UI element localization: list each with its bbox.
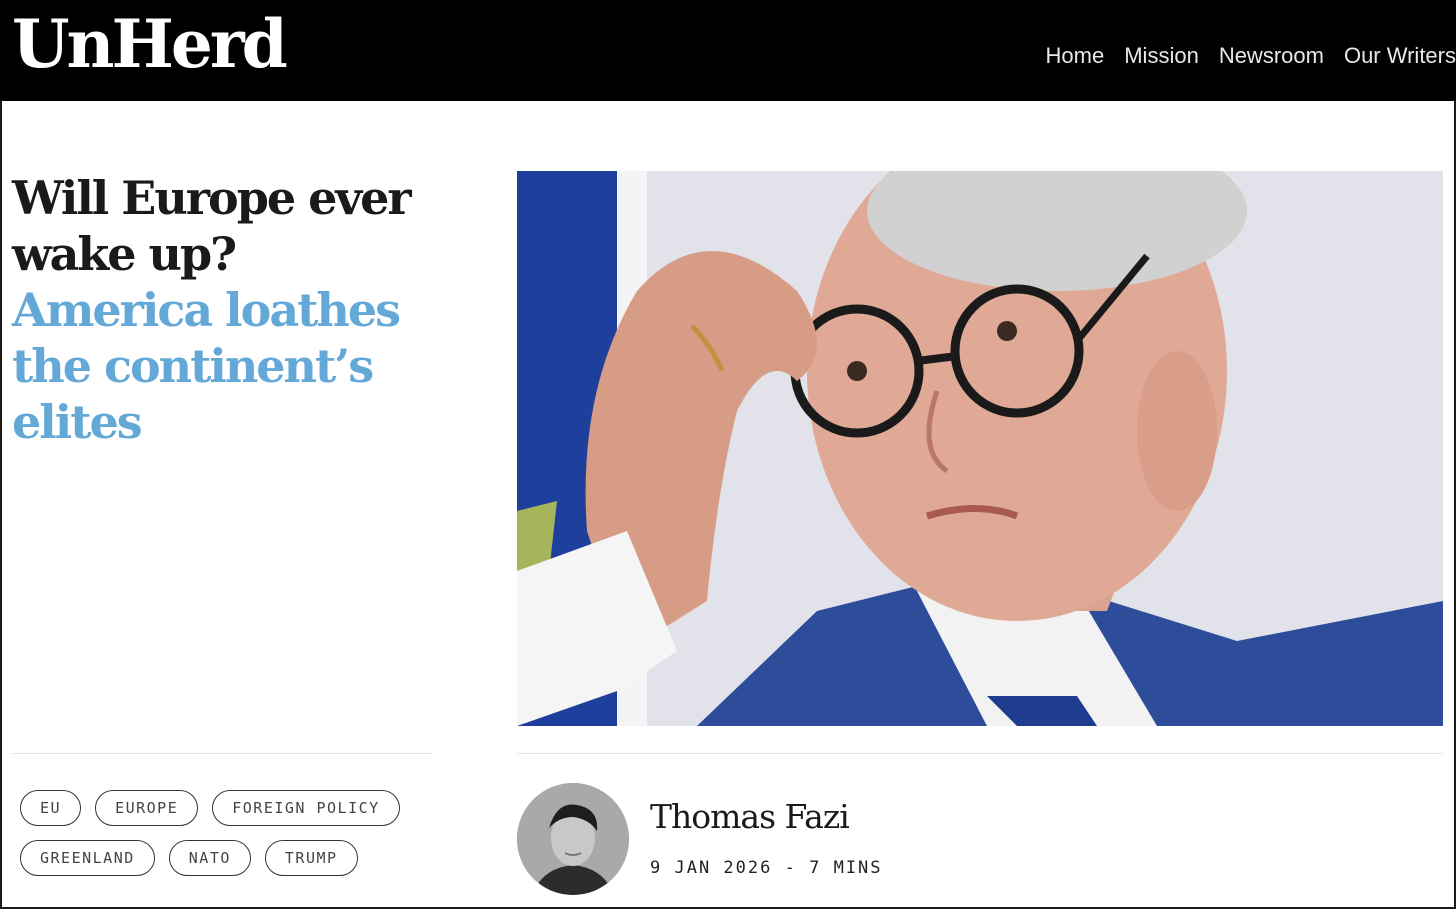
meta-separator: - [784, 858, 797, 878]
divider-right [517, 753, 1443, 754]
site-header: UnHerd Home Mission Newsroom Our Writers [0, 0, 1456, 101]
nav-item-our-writers[interactable]: Our Writers [1344, 40, 1456, 72]
tag-europe[interactable]: EUROPE [95, 790, 199, 826]
main-nav: Home Mission Newsroom Our Writers [1046, 40, 1456, 72]
nav-item-mission[interactable]: Mission [1124, 40, 1199, 72]
tag-nato[interactable]: NATO [168, 840, 251, 876]
hero-image [517, 171, 1443, 726]
tag-trump[interactable]: TRUMP [264, 840, 358, 876]
article-meta: 9 JAN 2026 - 7 MINS [650, 858, 883, 878]
headline-main: Will Europe ever wake up? [12, 171, 412, 281]
tag-foreign-policy[interactable]: FOREIGN POLICY [212, 790, 400, 826]
nav-item-home[interactable]: Home [1046, 40, 1105, 72]
tag-eu[interactable]: EU [20, 790, 82, 826]
author-portrait [517, 783, 629, 895]
nav-item-newsroom[interactable]: Newsroom [1219, 40, 1324, 72]
headline-sub: America loathes the continent’s elites [12, 283, 401, 449]
tag-greenland[interactable]: GREENLAND [20, 840, 155, 876]
author-name[interactable]: Thomas Fazi [650, 797, 850, 836]
divider-left [12, 753, 433, 754]
site-logo[interactable]: UnHerd [12, 4, 288, 84]
hero-photo-illustration [517, 171, 1443, 726]
publish-date: 9 JAN 2026 [650, 858, 773, 878]
article-headline: Will Europe ever wake up? America loathe… [12, 170, 432, 450]
tag-list: EU EUROPE FOREIGN POLICY GREENLAND NATO … [20, 790, 440, 876]
read-time: 7 MINS [809, 858, 883, 878]
author-avatar[interactable] [517, 783, 629, 895]
